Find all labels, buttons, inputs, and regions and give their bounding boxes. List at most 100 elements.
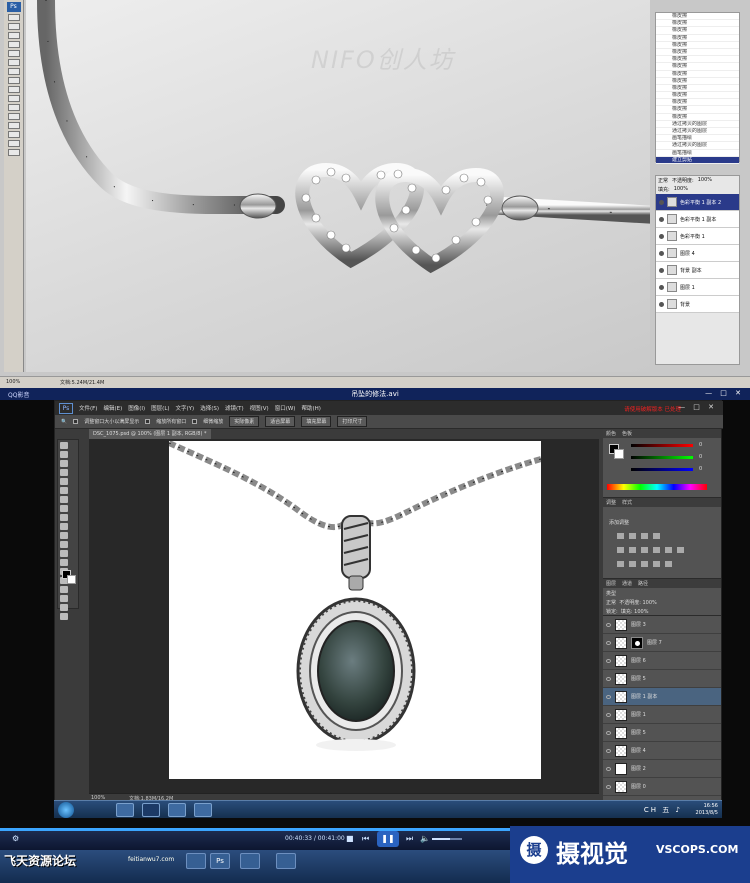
panel-background-swatch[interactable]	[614, 449, 624, 459]
zoom-tool-icon[interactable]	[60, 613, 68, 620]
background-color-swatch[interactable]	[67, 575, 76, 584]
taskbar-app-icon[interactable]	[116, 803, 134, 817]
history-row[interactable]: 橡皮擦	[656, 42, 739, 49]
history-row[interactable]: 橡皮擦	[656, 85, 739, 93]
zoom-all-checkbox[interactable]	[145, 419, 151, 424]
next-button[interactable]: ⏭	[406, 834, 413, 844]
visibility-eye-icon[interactable]	[659, 301, 664, 307]
fill-screen-button[interactable]: 填充屏幕	[301, 416, 332, 427]
top-layer-row[interactable]: 色彩平衡 1	[656, 228, 739, 245]
cs6-layer-row[interactable]: 图层 3	[603, 616, 721, 634]
hand-tool-icon[interactable]	[60, 604, 68, 611]
history-row[interactable]: 橡皮擦	[656, 71, 739, 78]
print-size-button[interactable]: 打印尺寸	[337, 416, 368, 427]
top-layer-row[interactable]: 图层 1	[656, 279, 739, 296]
taskbar-clock[interactable]: 16:56 2013/8/5	[696, 803, 718, 817]
visibility-eye-icon[interactable]	[606, 766, 611, 771]
visibility-eye-icon[interactable]	[659, 216, 664, 222]
player-window-controls[interactable]: — □ ✕	[705, 389, 744, 397]
history-row[interactable]: 橡皮擦	[656, 106, 739, 114]
history-row[interactable]: 建立剪贴	[656, 156, 739, 164]
top-layer-row[interactable]: 图层 4	[656, 245, 739, 262]
history-row[interactable]: 橡皮擦	[656, 99, 739, 107]
history-row[interactable]: 橡皮擦	[656, 92, 739, 100]
top-layer-row[interactable]: 色彩平衡 1 副本 2	[656, 194, 739, 211]
menu-image[interactable]: 图像(I)	[128, 404, 145, 412]
cs6-window-controls[interactable]: — □ ✕	[678, 403, 717, 411]
tab-color[interactable]: 颜色	[606, 430, 616, 437]
lasso-tool-icon[interactable]	[60, 460, 68, 467]
menu-edit[interactable]: 编辑(E)	[103, 404, 122, 412]
top-layer-row[interactable]: 背景 副本	[656, 262, 739, 279]
history-row[interactable]: 画笔描绘	[656, 150, 739, 157]
brush-tool-icon[interactable]	[7, 50, 20, 57]
crop-tool-icon[interactable]	[60, 478, 68, 485]
document-tab[interactable]: DSC_1075.psd @ 100% (图层 1 副本, RGB/8) *	[89, 429, 211, 439]
history-row[interactable]: 橡皮擦	[656, 63, 739, 71]
pen-tool-icon[interactable]	[7, 104, 20, 111]
top-status-zoom[interactable]: 100%	[6, 379, 20, 385]
top-fill-value[interactable]: 100%	[674, 186, 688, 193]
visibility-eye-icon[interactable]	[606, 712, 611, 717]
taskbar-folder-icon[interactable]	[168, 803, 186, 817]
path-select-tool-icon[interactable]	[60, 586, 68, 593]
blend-mode-select[interactable]: 正常	[606, 600, 616, 606]
visibility-eye-icon[interactable]	[606, 748, 611, 753]
menu-help[interactable]: 帮助(H)	[301, 404, 320, 412]
green-value[interactable]: 0	[699, 454, 702, 460]
resize-windows-checkbox[interactable]	[73, 419, 79, 424]
host-taskbar-folder-icon[interactable]	[240, 853, 260, 869]
top-layer-row[interactable]: 色彩平衡 1 副本	[656, 211, 739, 228]
rectangle-tool-icon[interactable]	[60, 595, 68, 602]
path-select-tool-icon[interactable]	[7, 122, 20, 129]
blur-tool-icon[interactable]	[60, 550, 68, 557]
history-row[interactable]: 橡皮擦	[656, 20, 739, 28]
cs6-layer-row[interactable]: 图层 0	[603, 778, 721, 796]
history-row[interactable]: 通过拷贝的图层	[656, 121, 739, 128]
eyedropper-tool-icon[interactable]	[60, 487, 68, 494]
dodge-tool-icon[interactable]	[7, 95, 20, 102]
top-blend-mode[interactable]: 正常	[658, 177, 668, 184]
history-row[interactable]: 橡皮擦	[656, 35, 739, 42]
menu-layer[interactable]: 图层(L)	[151, 404, 169, 412]
menu-type[interactable]: 文字(Y)	[176, 404, 195, 412]
top-opacity-value[interactable]: 100%	[698, 177, 712, 184]
zoom-tool-option-icon[interactable]: 🔍	[61, 419, 67, 425]
cs6-layer-row[interactable]: 图层 1	[603, 706, 721, 724]
system-tray[interactable]: CH 五 ♪	[644, 805, 682, 815]
menu-select[interactable]: 选择(S)	[200, 404, 219, 412]
visibility-eye-icon[interactable]	[606, 622, 611, 627]
kind-filter[interactable]: 类型	[606, 591, 616, 597]
scrubby-zoom-checkbox[interactable]	[192, 419, 198, 424]
posterize-icon[interactable]	[629, 561, 636, 567]
play-pause-button[interactable]: ❚❚	[377, 831, 399, 847]
visibility-eye-icon[interactable]	[659, 284, 664, 290]
eraser-tool-icon[interactable]	[60, 532, 68, 539]
selective-color-icon[interactable]	[665, 561, 672, 567]
shape-tool-icon[interactable]	[7, 131, 20, 138]
visibility-eye-icon[interactable]	[606, 676, 611, 681]
visibility-eye-icon[interactable]	[606, 784, 611, 789]
visibility-eye-icon[interactable]	[659, 267, 664, 273]
host-taskbar-ps-icon[interactable]: Ps	[210, 853, 230, 869]
lasso-tool-icon[interactable]	[7, 23, 20, 30]
pendant-canvas[interactable]	[167, 440, 542, 779]
menu-window[interactable]: 窗口(W)	[275, 404, 296, 412]
curves-icon[interactable]	[641, 533, 648, 539]
gradient-tool-icon[interactable]	[60, 541, 68, 548]
cs6-layer-row[interactable]: 图层 7	[603, 634, 721, 652]
photo-filter-icon[interactable]	[665, 547, 672, 553]
history-row[interactable]: 橡皮擦	[656, 78, 739, 85]
visibility-eye-icon[interactable]	[606, 658, 611, 663]
tab-swatches[interactable]: 色板	[622, 430, 632, 437]
settings-icon[interactable]: ⚙	[12, 834, 19, 843]
menu-view[interactable]: 视图(V)	[250, 404, 269, 412]
menu-filter[interactable]: 滤镜(T)	[225, 404, 244, 412]
visibility-eye-icon[interactable]	[659, 199, 664, 205]
gradient-tool-icon[interactable]	[7, 77, 20, 84]
hue-sat-icon[interactable]	[629, 547, 636, 553]
history-row[interactable]: 画笔描绘	[656, 135, 739, 143]
blue-value[interactable]: 0	[699, 466, 702, 472]
mute-button[interactable]: 🔈	[420, 834, 430, 843]
move-tool-icon[interactable]	[60, 442, 68, 449]
